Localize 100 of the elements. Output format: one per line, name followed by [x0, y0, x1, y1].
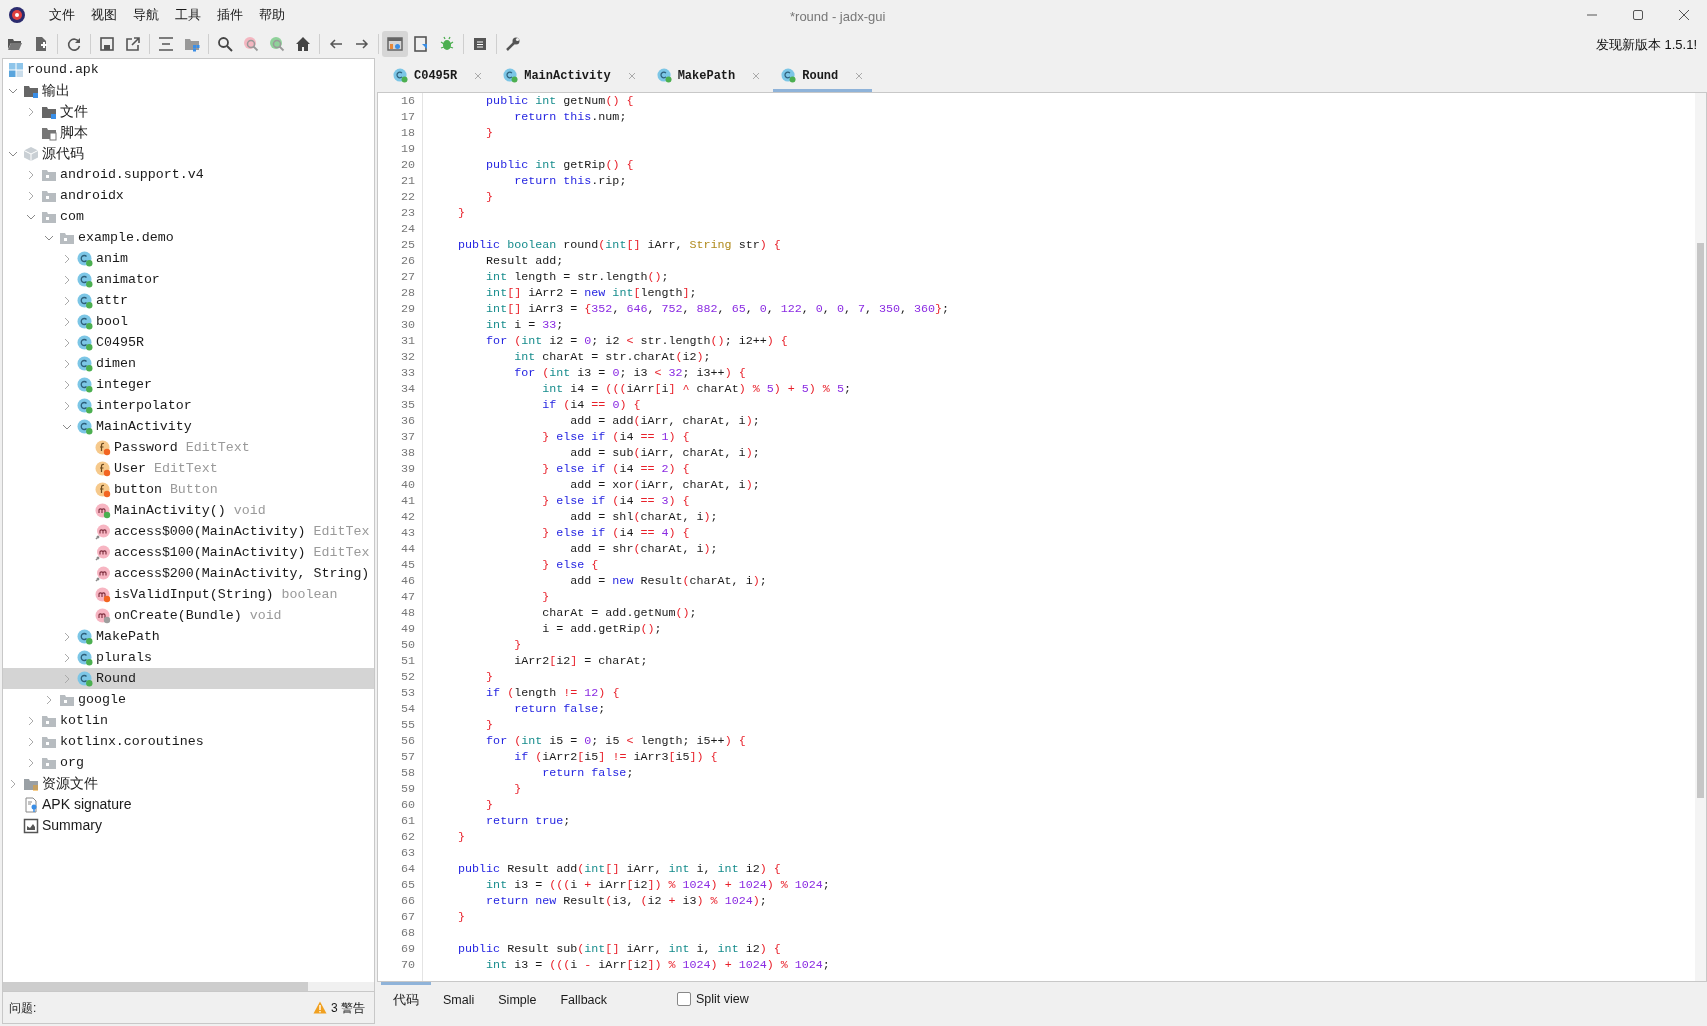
- summary-icon: [23, 817, 39, 834]
- close-icon[interactable]: [473, 70, 484, 81]
- code-line: } else {: [541, 558, 599, 572]
- menu-item[interactable]: 文件: [42, 4, 82, 26]
- code-line: public int getNum() {: [485, 94, 634, 108]
- menu-item[interactable]: 视图: [84, 4, 124, 26]
- tree-item[interactable]: APK signature: [3, 794, 374, 815]
- tree-item[interactable]: com: [3, 206, 374, 227]
- code-line: int[] iArr2 = new int[length];: [485, 286, 697, 300]
- view-tab[interactable]: Fallback: [548, 982, 620, 1016]
- line-number: 64: [400, 862, 415, 876]
- code-line: return this.rip;: [513, 174, 627, 188]
- scrollbar-thumb[interactable]: [1697, 243, 1704, 798]
- method-icon: [95, 586, 111, 603]
- tree-item[interactable]: access$100(MainActivity) EditTex: [3, 542, 374, 563]
- tree-item[interactable]: button Button: [3, 479, 374, 500]
- line-number: 42: [400, 510, 415, 524]
- line-number: 20: [400, 158, 415, 172]
- tree-item[interactable]: anim: [3, 248, 374, 269]
- code-line: }: [513, 782, 522, 796]
- tree-item[interactable]: android.support.v4: [3, 164, 374, 185]
- type-label: void: [233, 501, 266, 520]
- apk-icon: [8, 61, 24, 78]
- tree-item[interactable]: access$200(MainActivity, String): [3, 563, 374, 584]
- scrollbar-thumb[interactable]: [3, 982, 308, 991]
- tree-item[interactable]: 文件: [3, 101, 374, 122]
- tree-item[interactable]: androidx: [3, 185, 374, 206]
- class-icon: [77, 670, 93, 687]
- view-tab[interactable]: Simple: [486, 982, 549, 1016]
- code-line: }: [485, 190, 494, 204]
- tree-item[interactable]: onCreate(Bundle) void: [3, 605, 374, 626]
- line-number: 35: [400, 398, 415, 412]
- menu-item[interactable]: 插件: [210, 4, 250, 26]
- code-line: } else if (i4 == 3) {: [541, 494, 690, 508]
- class-icon: [77, 334, 93, 351]
- type-label: EditText: [153, 459, 218, 478]
- editor-tab[interactable]: MakePath: [648, 62, 770, 92]
- tree-item[interactable]: Round: [3, 668, 374, 689]
- tree-item[interactable]: round.apk: [3, 59, 374, 80]
- close-icon[interactable]: [626, 70, 637, 81]
- field-icon: [95, 439, 111, 456]
- line-number: 18: [400, 126, 415, 140]
- line-number: 41: [400, 494, 415, 508]
- window-title: *round - jadx-gui: [790, 8, 886, 26]
- close-icon[interactable]: [854, 70, 865, 81]
- tree-item[interactable]: isValidInput(String) boolean: [3, 584, 374, 605]
- menu-item[interactable]: 帮助: [252, 4, 292, 26]
- code-line: int i3 = (((i + iArr[i2]) % 1024) + 1024) % 1024;: [485, 878, 830, 892]
- editor-tab[interactable]: MainActivity: [495, 62, 645, 92]
- tree-item[interactable]: dimen: [3, 353, 374, 374]
- line-number: 34: [400, 382, 415, 396]
- tree-item[interactable]: org: [3, 752, 374, 773]
- tree-item[interactable]: MakePath: [3, 626, 374, 647]
- tree-item[interactable]: integer: [3, 374, 374, 395]
- tree-item[interactable]: MainActivity: [3, 416, 374, 437]
- line-number: 44: [400, 542, 415, 556]
- tree-item[interactable]: C0495R: [3, 332, 374, 353]
- line-number: 43: [400, 526, 415, 540]
- tree-item[interactable]: 脚本: [3, 122, 374, 143]
- tree-item[interactable]: access$000(MainActivity) EditTex: [3, 521, 374, 542]
- menu-item[interactable]: 工具: [168, 4, 208, 26]
- code-line: public boolean round(int[] iArr, String str) {: [457, 238, 781, 252]
- tree-item[interactable]: plurals: [3, 647, 374, 668]
- editor-tab[interactable]: C0495R: [385, 62, 492, 92]
- tree-item[interactable]: bool: [3, 311, 374, 332]
- line-number: 22: [400, 190, 415, 204]
- field-icon: [95, 460, 111, 477]
- warning-count[interactable]: 3 警告: [331, 998, 365, 1017]
- tree-item[interactable]: kotlin: [3, 710, 374, 731]
- tree-item[interactable]: 资源文件: [3, 773, 374, 794]
- line-number: 23: [400, 206, 415, 220]
- view-tab[interactable]: Smali: [431, 982, 487, 1016]
- tree-item[interactable]: example.demo: [3, 227, 374, 248]
- code-line: }: [513, 638, 522, 652]
- code-line: return this.num;: [513, 110, 627, 124]
- view-tab[interactable]: 代码: [381, 982, 431, 1016]
- code-line: if (length != 12) {: [485, 686, 620, 700]
- tree-item[interactable]: kotlinx.coroutines: [3, 731, 374, 752]
- tree-item[interactable]: Summary: [3, 815, 374, 836]
- close-icon[interactable]: [751, 70, 762, 81]
- tree-item[interactable]: Password EditText: [3, 437, 374, 458]
- tree-item[interactable]: 源代码: [3, 143, 374, 164]
- tree-item[interactable]: User EditText: [3, 458, 374, 479]
- tree-item[interactable]: 输出: [3, 80, 374, 101]
- code-line: for (int i3 = 0; i3 < 32; i3++) {: [513, 366, 746, 380]
- tree-item[interactable]: google: [3, 689, 374, 710]
- line-number: 33: [400, 366, 415, 380]
- tree-item[interactable]: attr: [3, 290, 374, 311]
- update-notice[interactable]: 发现新版本 1.5.1!: [1595, 35, 1697, 55]
- tree-item[interactable]: animator: [3, 269, 374, 290]
- line-number: 48: [400, 606, 415, 620]
- window-gear-icon[interactable]: [382, 31, 408, 57]
- tree-item[interactable]: interpolator: [3, 395, 374, 416]
- line-number: 65: [400, 878, 415, 892]
- menu-item[interactable]: 导航: [126, 4, 166, 26]
- line-number: 58: [400, 766, 415, 780]
- code-line: for (int i2 = 0; i2 < str.length(); i2++) {: [485, 334, 788, 348]
- tree-item[interactable]: MainActivity() void: [3, 500, 374, 521]
- split-view-checkbox[interactable]: [677, 992, 692, 1006]
- line-number: 32: [400, 350, 415, 364]
